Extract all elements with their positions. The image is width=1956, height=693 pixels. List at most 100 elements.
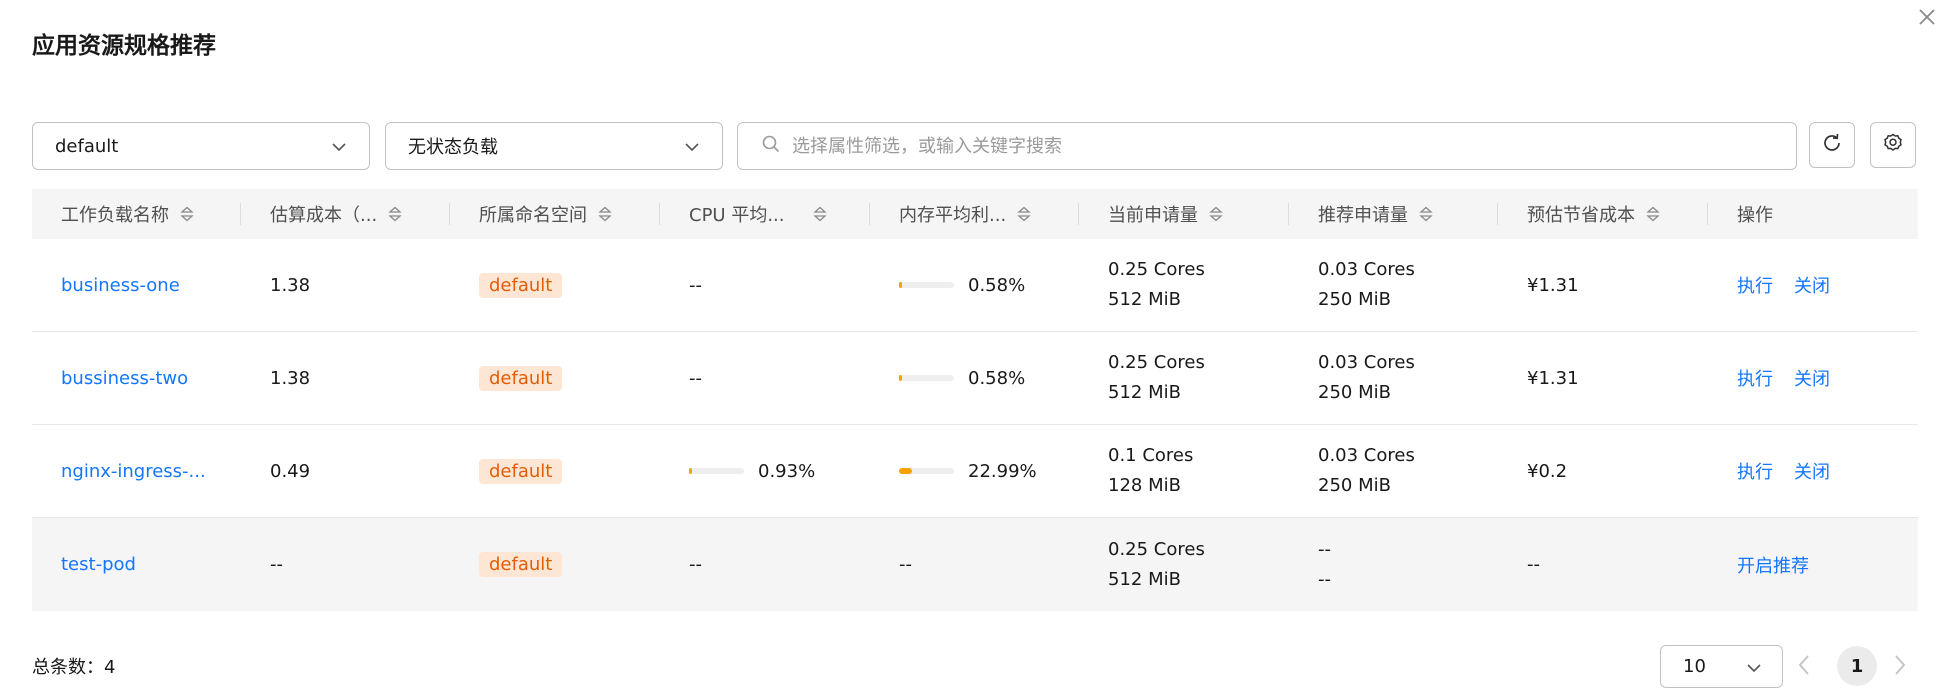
recommended-request-cell: -- -- xyxy=(1289,535,1498,595)
column-header: 操作 xyxy=(1737,205,1773,226)
workload-name-cell: business-one xyxy=(32,275,241,296)
settings-button[interactable] xyxy=(1870,122,1916,168)
saving-cell: ¥1.31 xyxy=(1498,275,1708,296)
namespace-cell: default xyxy=(450,272,660,298)
memory-usage: 0.58% xyxy=(870,275,1079,296)
cpu-usage-value: -- xyxy=(689,554,702,575)
current-memory: 512 MiB xyxy=(1108,382,1181,403)
cost-value: 1.38 xyxy=(270,367,311,389)
workload-name-link[interactable]: business-one xyxy=(61,275,180,296)
page-size-value: 10 xyxy=(1683,656,1706,677)
recommended-request-cell: 0.03 Cores 250 MiB xyxy=(1289,348,1498,408)
next-page-button[interactable] xyxy=(1892,652,1908,683)
cost-value: 1.38 xyxy=(270,274,311,296)
recommended-request-cell: 0.03 Cores 250 MiB xyxy=(1289,255,1498,315)
current-cpu: 0.1 Cores xyxy=(1108,445,1194,466)
recommended-cpu: 0.03 Cores xyxy=(1318,445,1415,466)
column-header[interactable]: 预估节省成本 xyxy=(1498,189,1708,239)
current-memory: 512 MiB xyxy=(1108,289,1181,310)
memory-usage: 22.99% xyxy=(870,461,1079,482)
table-body: business-one 1.38 default -- 0.58% 0.25 Cores… xyxy=(32,239,1918,611)
memory-usage-value: 22.99% xyxy=(968,460,1037,482)
cost-cell: 1.38 xyxy=(241,368,450,389)
namespace-tag: default xyxy=(479,552,563,577)
column-header[interactable]: 当前申请量 xyxy=(1079,189,1289,239)
execute-link[interactable]: 执行 xyxy=(1737,365,1773,391)
namespace-tag: default xyxy=(479,365,563,391)
cpu-usage: -- xyxy=(660,275,870,296)
recommended-request-cell: 0.03 Cores 250 MiB xyxy=(1289,441,1498,501)
column-header[interactable]: 估算成本（... xyxy=(241,189,450,239)
usage-bar-fill xyxy=(899,375,902,381)
current-cpu: 0.25 Cores xyxy=(1108,352,1205,373)
namespace-select-value: default xyxy=(55,135,119,157)
page-size-select[interactable]: 10 xyxy=(1660,645,1783,688)
current-cpu: 0.25 Cores xyxy=(1108,259,1205,280)
sort-icon[interactable] xyxy=(1418,205,1434,223)
gear-icon xyxy=(1882,132,1904,159)
usage-bar-fill xyxy=(899,282,902,288)
current-cpu: 0.25 Cores xyxy=(1108,538,1205,560)
cpu-usage-value: -- xyxy=(689,274,702,296)
namespace-cell: default xyxy=(450,552,660,577)
workload-name-link[interactable]: bussiness-two xyxy=(61,368,188,389)
column-header[interactable]: 所属命名空间 xyxy=(450,189,660,239)
recommended-memory: 250 MiB xyxy=(1318,475,1391,496)
cpu-usage-value: -- xyxy=(689,367,702,389)
usage-bar-fill xyxy=(689,468,692,474)
saving-value: ¥1.31 xyxy=(1527,367,1579,389)
namespace-cell: default xyxy=(450,365,660,391)
table-row: business-one 1.38 default -- 0.58% 0.25 Cores… xyxy=(32,239,1918,332)
enable-recommendation-link[interactable]: 开启推荐 xyxy=(1737,552,1809,578)
execute-link[interactable]: 执行 xyxy=(1737,458,1773,484)
column-header[interactable]: 推荐申请量 xyxy=(1289,189,1498,239)
disable-link[interactable]: 关闭 xyxy=(1794,272,1830,298)
actions-cell: 开启推荐 xyxy=(1708,552,1918,578)
workload-name-cell: bussiness-two xyxy=(32,368,241,389)
cost-cell: -- xyxy=(241,554,450,575)
column-header[interactable]: CPU 平均... xyxy=(660,189,870,239)
sort-icon[interactable] xyxy=(1016,205,1032,223)
sort-icon[interactable] xyxy=(179,205,195,223)
refresh-button[interactable] xyxy=(1809,122,1855,168)
chevron-down-icon xyxy=(684,139,700,160)
search-input[interactable] xyxy=(792,135,1692,157)
namespace-tag: default xyxy=(479,458,563,484)
close-icon[interactable] xyxy=(1912,2,1942,32)
recommended-cpu: 0.03 Cores xyxy=(1318,259,1415,280)
search-icon xyxy=(762,135,780,158)
workload-name-link[interactable]: nginx-ingress-... xyxy=(61,461,206,482)
column-header[interactable]: 工作负载名称 xyxy=(32,189,241,239)
sort-icon[interactable] xyxy=(597,205,613,223)
namespace-select[interactable]: default xyxy=(32,122,370,170)
memory-usage-value: -- xyxy=(899,554,912,575)
page-1-button[interactable]: 1 xyxy=(1837,646,1877,686)
saving-cell: -- xyxy=(1498,554,1708,575)
disable-link[interactable]: 关闭 xyxy=(1794,365,1830,391)
workload-name-link[interactable]: test-pod xyxy=(61,554,136,575)
usage-bar xyxy=(689,468,744,474)
cost-value: 0.49 xyxy=(270,460,311,482)
sort-icon[interactable] xyxy=(387,205,403,223)
cpu-usage: 0.93% xyxy=(660,461,870,482)
disable-link[interactable]: 关闭 xyxy=(1794,458,1830,484)
chevron-down-icon xyxy=(1746,660,1762,681)
actions-cell: 执行 关闭 xyxy=(1708,458,1918,484)
current-request-cell: 0.25 Cores 512 MiB xyxy=(1079,255,1289,315)
actions-cell: 执行 关闭 xyxy=(1708,272,1918,298)
workload-name-cell: nginx-ingress-... xyxy=(32,461,241,482)
sort-icon[interactable] xyxy=(1645,205,1661,223)
memory-usage-value: 0.58% xyxy=(968,274,1026,296)
workload-kind-select[interactable]: 无状态负载 xyxy=(385,122,723,170)
cost-cell: 1.38 xyxy=(241,275,450,296)
namespace-cell: default xyxy=(450,458,660,484)
search-box[interactable] xyxy=(737,122,1797,170)
sort-icon[interactable] xyxy=(1208,205,1224,223)
usage-bar xyxy=(899,282,954,288)
recommended-memory: 250 MiB xyxy=(1318,289,1391,310)
execute-link[interactable]: 执行 xyxy=(1737,272,1773,298)
sort-icon[interactable] xyxy=(812,205,828,223)
prev-page-button[interactable] xyxy=(1796,652,1812,683)
column-header[interactable]: 内存平均利... xyxy=(870,189,1079,239)
current-request-cell: 0.25 Cores 512 MiB xyxy=(1079,348,1289,408)
